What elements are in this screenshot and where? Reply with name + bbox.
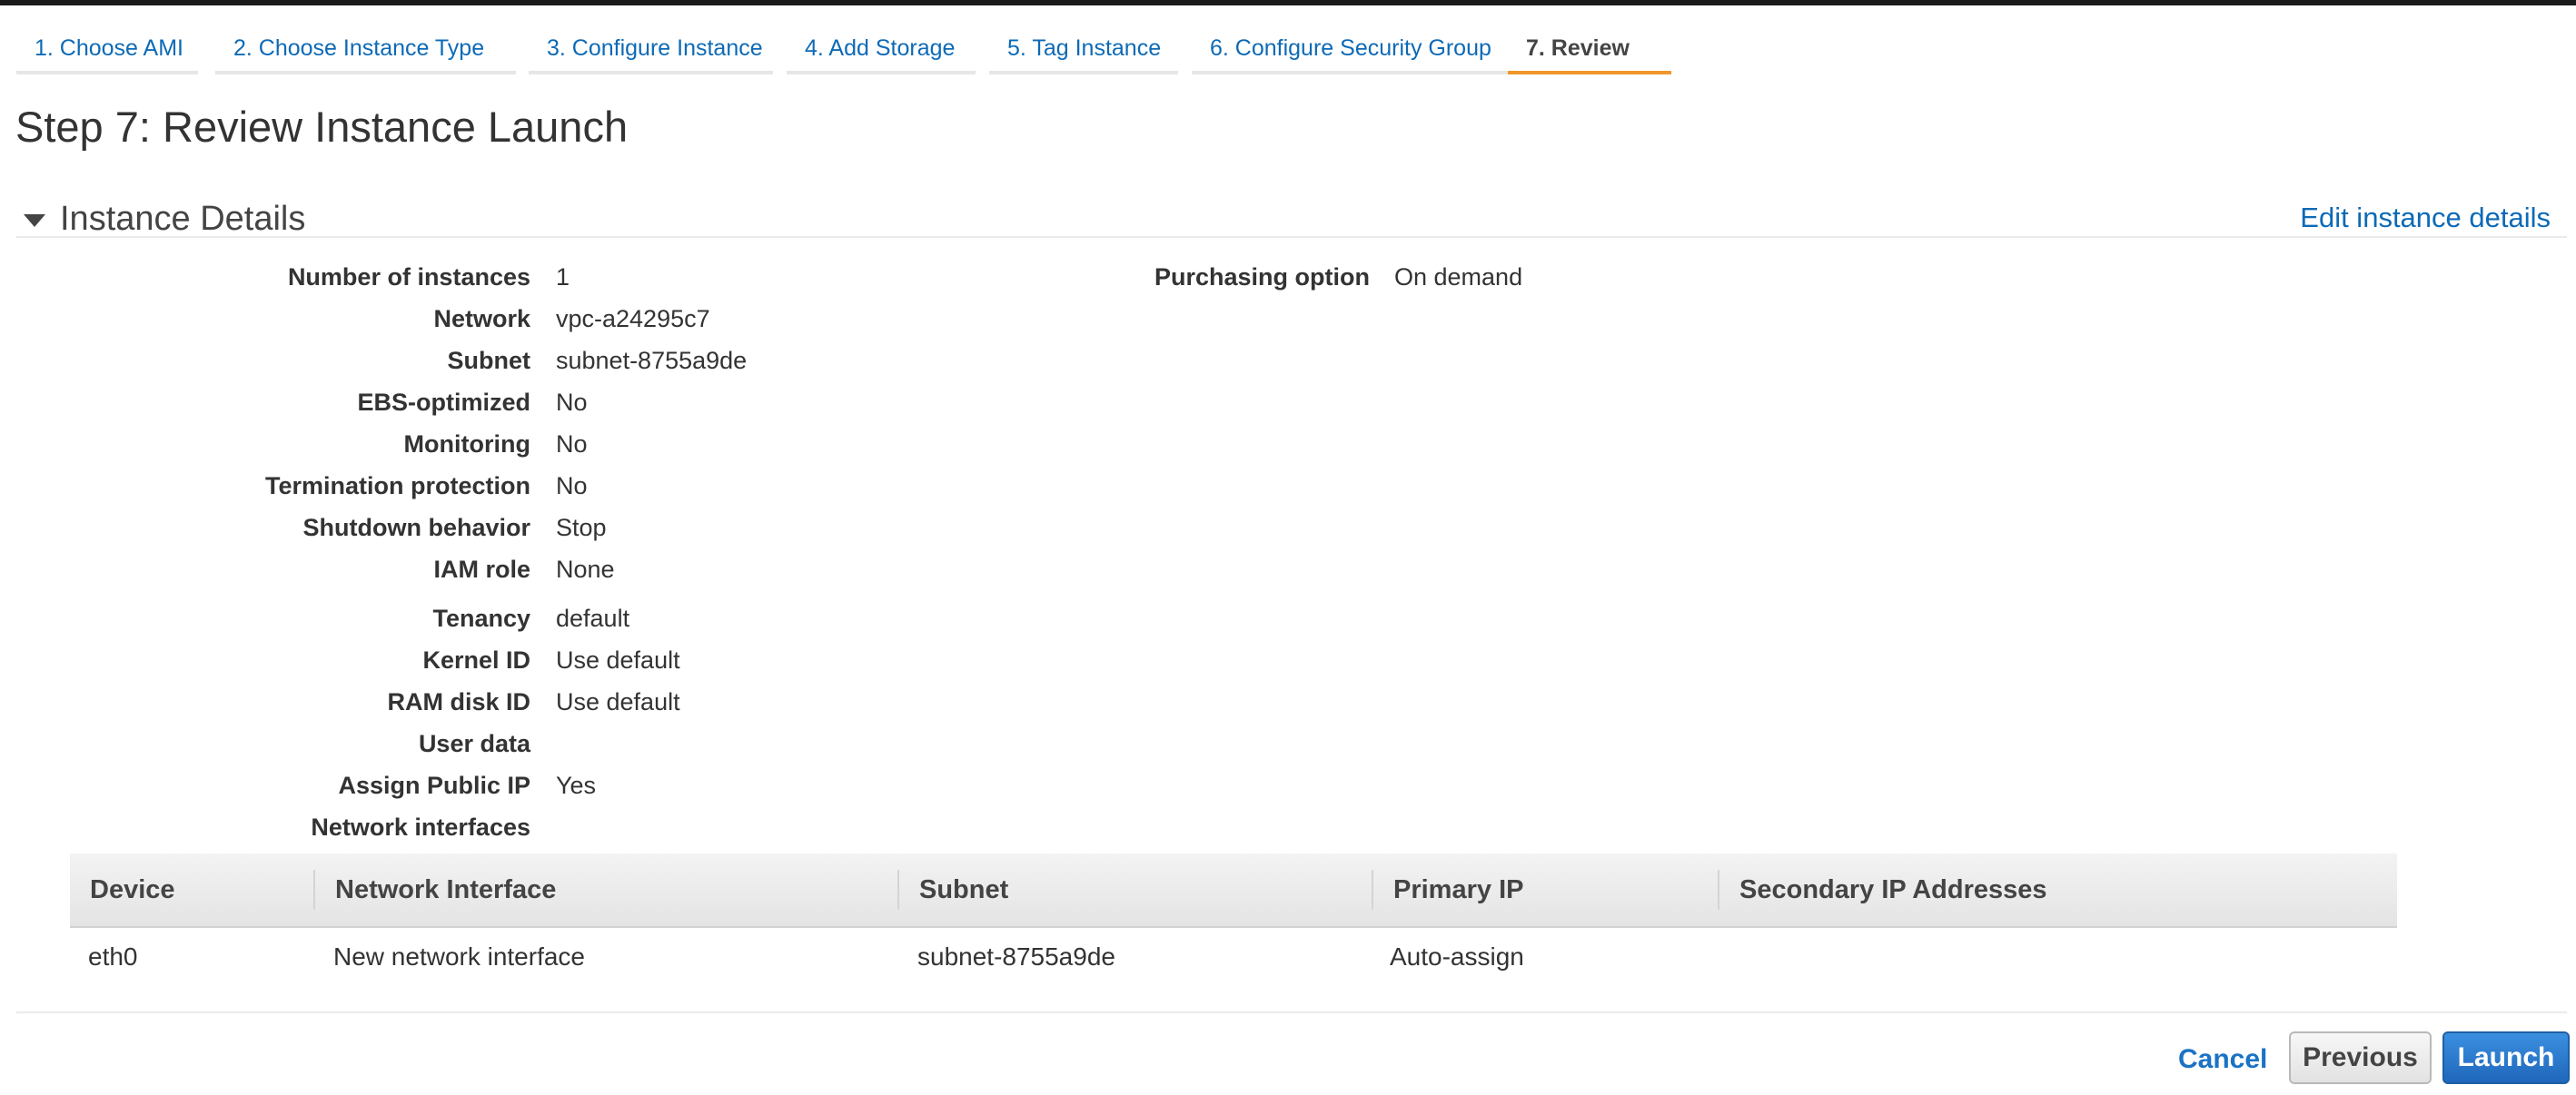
- detail-number-of-instances: Number of instances 1: [0, 263, 570, 300]
- edit-instance-details-link[interactable]: Edit instance details: [2300, 202, 2551, 234]
- detail-value: No: [556, 472, 588, 499]
- detail-value: No: [556, 430, 588, 458]
- launch-button[interactable]: Launch: [2442, 1031, 2570, 1084]
- cell-primary-ip: Auto-assign: [1390, 942, 1524, 971]
- detail-purchasing-option: Purchasing option On demand: [908, 263, 1522, 300]
- tab-choose-ami[interactable]: 1. Choose AMI: [16, 29, 198, 74]
- cancel-button[interactable]: Cancel: [2178, 1044, 2267, 1075]
- detail-value: 1: [556, 263, 570, 291]
- tab-choose-instance-type[interactable]: 2. Choose Instance Type: [215, 29, 516, 74]
- detail-kernel-id: Kernel ID Use default: [0, 646, 679, 683]
- detail-network-interfaces: Network interfaces: [0, 814, 530, 850]
- column-header-device: Device: [90, 875, 175, 904]
- detail-value: Use default: [556, 646, 680, 674]
- detail-value: Yes: [556, 772, 597, 799]
- detail-label: Shutdown behavior: [302, 514, 530, 541]
- detail-label: Termination protection: [264, 472, 530, 499]
- detail-label: User data: [418, 730, 530, 757]
- detail-value: Use default: [556, 688, 680, 715]
- detail-ram-disk-id: RAM disk ID Use default: [0, 688, 679, 725]
- detail-label: IAM role: [433, 556, 530, 583]
- detail-value: Stop: [556, 514, 607, 541]
- tab-tag-instance[interactable]: 5. Tag Instance: [989, 29, 1178, 74]
- cell-device: eth0: [88, 942, 138, 971]
- detail-label: Assign Public IP: [338, 772, 530, 799]
- detail-network: Network vpc-a24295c7: [0, 305, 709, 341]
- detail-value: subnet-8755a9de: [556, 347, 748, 374]
- column-header-secondary-ip: Secondary IP Addresses: [1718, 870, 2047, 910]
- top-bar: [0, 0, 2576, 5]
- detail-label: Kernel ID: [422, 646, 530, 674]
- tab-configure-instance[interactable]: 3. Configure Instance: [529, 29, 773, 74]
- cell-subnet: subnet-8755a9de: [917, 942, 1115, 971]
- tab-review[interactable]: 7. Review: [1508, 29, 1671, 74]
- page-title: Step 7: Review Instance Launch: [15, 103, 629, 151]
- detail-termination-protection: Termination protection No: [0, 472, 588, 508]
- section-title: Instance Details: [60, 200, 306, 238]
- detail-value: default: [556, 605, 630, 632]
- detail-label: Purchasing option: [1154, 263, 1370, 291]
- detail-value: No: [556, 389, 588, 416]
- footer-divider: [16, 1011, 2567, 1013]
- collapse-caret-icon[interactable]: [24, 214, 45, 227]
- instance-details-header[interactable]: Instance Details Edit instance details: [16, 198, 2567, 238]
- detail-value: On demand: [1394, 263, 1523, 291]
- detail-monitoring: Monitoring No: [0, 430, 588, 467]
- tab-add-storage[interactable]: 4. Add Storage: [787, 29, 976, 74]
- detail-shutdown-behavior: Shutdown behavior Stop: [0, 514, 606, 550]
- detail-label: RAM disk ID: [387, 688, 530, 715]
- detail-ebs-optimized: EBS-optimized No: [0, 389, 587, 425]
- table-row: eth0 New network interface subnet-8755a9…: [70, 930, 2397, 990]
- detail-assign-public-ip: Assign Public IP Yes: [0, 772, 596, 808]
- detail-subnet: Subnet subnet-8755a9de: [0, 347, 748, 383]
- cell-network-interface: New network interface: [333, 942, 586, 971]
- column-header-primary-ip: Primary IP: [1372, 870, 1523, 910]
- detail-label: Network interfaces: [311, 814, 530, 841]
- table-header: Device Network Interface Subnet Primary …: [70, 853, 2397, 928]
- detail-value: None: [556, 556, 615, 583]
- detail-user-data: User data: [0, 730, 530, 766]
- column-header-network-interface: Network Interface: [313, 870, 556, 910]
- detail-value: vpc-a24295c7: [556, 305, 710, 332]
- column-header-subnet: Subnet: [897, 870, 1008, 910]
- detail-label: Subnet: [447, 347, 531, 374]
- detail-iam-role: IAM role None: [0, 556, 614, 592]
- detail-label: Number of instances: [287, 263, 530, 291]
- detail-label: Tenancy: [432, 605, 530, 632]
- detail-label: Monitoring: [403, 430, 530, 458]
- tab-configure-security-group[interactable]: 6. Configure Security Group: [1192, 29, 1523, 74]
- previous-button[interactable]: Previous: [2289, 1031, 2432, 1084]
- detail-tenancy: Tenancy default: [0, 605, 629, 641]
- detail-label: EBS-optimized: [357, 389, 530, 416]
- detail-label: Network: [433, 305, 530, 332]
